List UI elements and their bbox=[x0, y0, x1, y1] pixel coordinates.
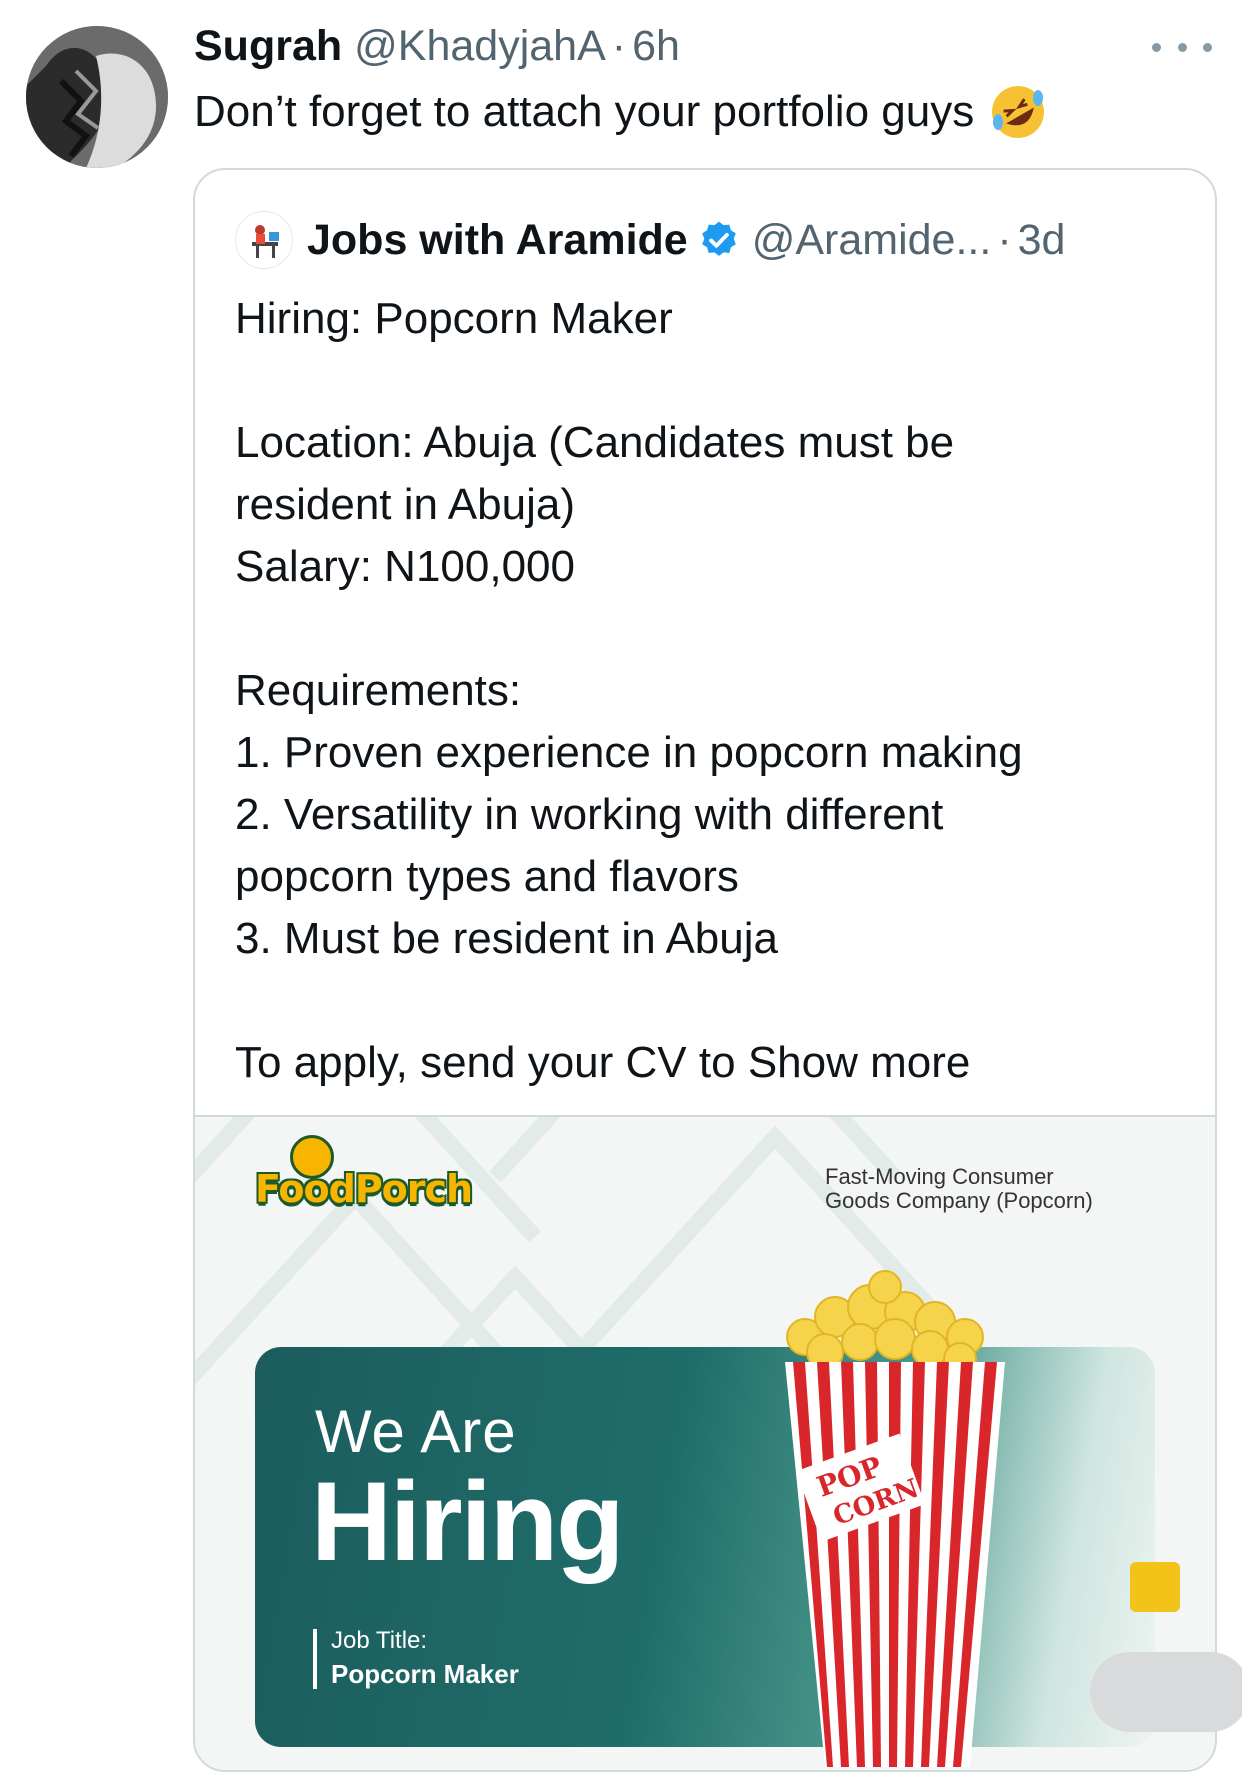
dot bbox=[1177, 42, 1187, 52]
dot bbox=[1152, 42, 1161, 52]
quote-line: 2. Versatility in working with different bbox=[235, 790, 944, 839]
quote-author-avatar[interactable] bbox=[235, 211, 293, 269]
job-title-label: Job Title: bbox=[331, 1627, 428, 1654]
time-separator: · bbox=[611, 22, 627, 70]
quote-last-line: To apply, send your CV to Show more bbox=[235, 1032, 1185, 1094]
tweet-body: Don’t forget to attach your portfolio gu… bbox=[194, 87, 975, 136]
job-title-divider bbox=[313, 1629, 317, 1689]
quote-author-handle[interactable]: @Aramide... bbox=[752, 216, 992, 265]
brand-logo: FoodPorch bbox=[255, 1167, 473, 1211]
quote-line: 3. Must be resident in Abuja bbox=[235, 914, 778, 963]
author-avatar[interactable] bbox=[26, 26, 168, 168]
author-handle[interactable]: @KhadyjahA bbox=[354, 22, 606, 71]
company-line: Fast-Moving Consumer bbox=[825, 1164, 1054, 1189]
quote-body: Hiring: Popcorn Maker Location: Abuja (C… bbox=[235, 288, 1185, 1094]
popcorn-box-illustration: POP CORN bbox=[785, 1270, 1005, 1767]
quote-line: Location: Abuja (Candidates must be bbox=[235, 418, 955, 467]
quote-line bbox=[235, 970, 1185, 1032]
tweet-time[interactable]: 6h bbox=[632, 22, 680, 71]
quote-line: Requirements: bbox=[235, 666, 522, 715]
tweet-header: Sugrah @KhadyjahA · 6h bbox=[194, 22, 680, 78]
tweet-text: Don’t forget to attach your portfolio gu… bbox=[194, 82, 1048, 142]
scroll-indicator[interactable] bbox=[1090, 1652, 1242, 1732]
author-name[interactable]: Sugrah bbox=[194, 22, 342, 71]
verified-badge-icon bbox=[698, 219, 740, 261]
we-are-text: We Are bbox=[315, 1398, 517, 1465]
dot bbox=[1203, 42, 1212, 52]
quote-line: Salary: N100,000 bbox=[235, 542, 575, 591]
job-title-value: Popcorn Maker bbox=[331, 1659, 519, 1689]
quote-author-name[interactable]: Jobs with Aramide bbox=[307, 216, 688, 265]
quoted-tweet-card[interactable]: Jobs with Aramide @Aramide... · 3d Hirin… bbox=[193, 168, 1217, 1772]
hiring-text: Hiring bbox=[311, 1459, 625, 1584]
accent-square bbox=[1130, 1562, 1180, 1612]
quote-line: popcorn types and flavors bbox=[235, 852, 739, 901]
quote-line: resident in Abuja) bbox=[235, 480, 575, 529]
company-line: Goods Company (Popcorn) bbox=[825, 1188, 1093, 1213]
quote-truncated-text: To apply, send your CV to bbox=[235, 1038, 736, 1087]
quote-time[interactable]: 3d bbox=[1018, 216, 1066, 265]
quote-line bbox=[235, 598, 1185, 660]
more-options-icon[interactable] bbox=[1152, 32, 1212, 62]
rolling-on-floor-laughing-icon bbox=[988, 82, 1048, 142]
quote-time-separator: · bbox=[997, 215, 1012, 264]
company-description: Fast-Moving Consumer Goods Company (Popc… bbox=[825, 1165, 1155, 1213]
quote-line: Hiring: Popcorn Maker bbox=[235, 294, 673, 343]
media-image[interactable]: FoodPorch Fast-Moving Consumer Goods Com… bbox=[195, 1115, 1215, 1770]
quote-header: Jobs with Aramide @Aramide... · 3d bbox=[235, 210, 1065, 270]
show-more-link[interactable]: Show more bbox=[748, 1038, 971, 1087]
quote-line bbox=[235, 350, 1185, 412]
quote-line: 1. Proven experience in popcorn making bbox=[235, 728, 1023, 777]
